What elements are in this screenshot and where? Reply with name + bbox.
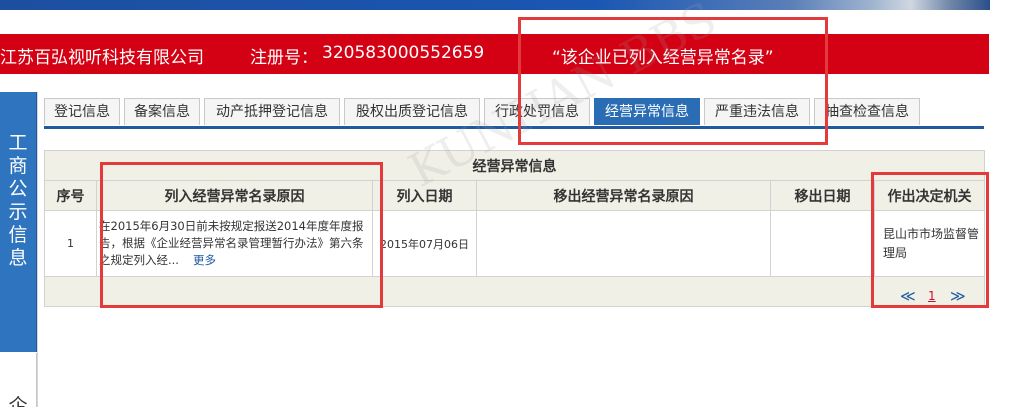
column-header-listing-reason: 列入经营异常名录原因 [96, 180, 373, 211]
tab-underline [44, 126, 984, 129]
side-nav-primary-label: 工商公示信息 [0, 132, 36, 270]
tab-filing[interactable]: 备案信息 [124, 98, 200, 125]
cell-authority: 昆山市市场监督管理局 [873, 210, 986, 277]
side-nav-primary[interactable]: 工商公示信息 [0, 92, 37, 352]
table-caption: 经营异常信息 [43, 150, 986, 181]
cell-listing-reason: 在2015年6月30日前未按规定报送2014年度年度报告，根据《企业经营异常名录… [96, 210, 373, 277]
right-margin [990, 0, 1010, 407]
page-root: 江苏百弘视听科技有限公司 注册号： 320583000552659 “该企业已列… [0, 0, 1010, 407]
tab-equity-pledge[interactable]: 股权出质登记信息 [344, 98, 480, 125]
listing-reason-text: 在2015年6月30日前未按规定报送2014年度年度报告，根据《企业经营异常名录… [99, 219, 364, 267]
table-row: 1 在2015年6月30日前未按规定报送2014年度年度报告，根据《企业经营异常… [44, 210, 986, 277]
company-name: 江苏百弘视听科技有限公司 [0, 48, 204, 68]
registration-number: 320583000552659 [322, 43, 485, 63]
company-header-bar: 江苏百弘视听科技有限公司 注册号： 320583000552659 “该企业已列… [0, 34, 989, 74]
tab-registration[interactable]: 登记信息 [44, 98, 120, 125]
tab-chattel-mortgage[interactable]: 动产抵押登记信息 [204, 98, 340, 125]
column-header-removal-date: 移出日期 [770, 180, 875, 211]
cell-seq: 1 [44, 210, 97, 277]
side-nav-secondary[interactable]: 企 [0, 353, 37, 407]
side-nav-secondary-label: 企 [8, 395, 28, 407]
next-page-button[interactable]: ≫ [950, 287, 966, 305]
main-panel: 登记信息 备案信息 动产抵押登记信息 股权出质登记信息 行政处罚信息 经营异常信… [37, 92, 991, 407]
tab-serious-violation[interactable]: 严重违法信息 [704, 98, 810, 125]
column-header-authority: 作出决定机关 [873, 180, 986, 211]
table-footer [43, 276, 986, 307]
abnormal-list-notice: “该企业已列入经营异常名录” [552, 48, 774, 68]
more-link[interactable]: 更多 [193, 253, 216, 267]
cell-removal-date [770, 210, 875, 277]
top-banner [0, 0, 990, 10]
prev-page-button[interactable]: ≪ [900, 287, 916, 305]
page-number-1[interactable]: 1 [928, 289, 936, 303]
tab-spot-check[interactable]: 抽查检查信息 [814, 98, 920, 125]
abnormal-operation-table: 经营异常信息 序号 列入经营异常名录原因 列入日期 移出经营异常名录原因 移出日… [43, 150, 986, 307]
registration-label: 注册号： [250, 48, 318, 68]
column-header-removal-reason: 移出经营异常名录原因 [476, 180, 771, 211]
tab-abnormal-operation[interactable]: 经营异常信息 [594, 98, 700, 125]
cell-listing-date: 2015年07月06日 [372, 210, 477, 277]
side-nav-primary-text: 工商公示信息 [8, 132, 28, 269]
column-header-seq: 序号 [44, 180, 97, 211]
pagination: ≪ 1 ≫ [900, 287, 982, 307]
column-header-listing-date: 列入日期 [372, 180, 477, 211]
cell-removal-reason [476, 210, 771, 277]
table-footer-row [43, 276, 986, 307]
tab-administrative-penalty[interactable]: 行政处罚信息 [484, 98, 590, 125]
